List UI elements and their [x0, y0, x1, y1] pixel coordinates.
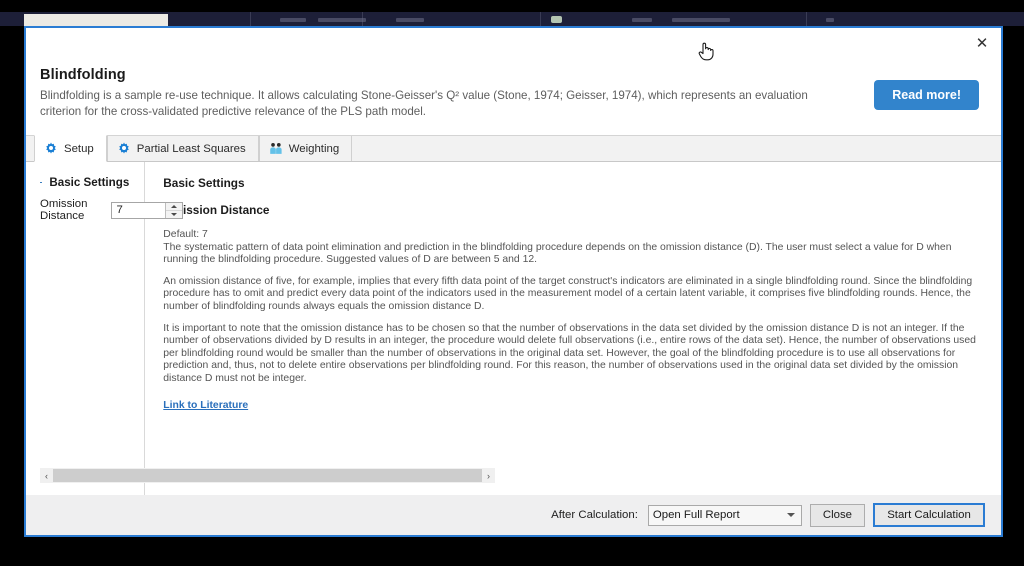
gear-icon [44, 142, 58, 156]
dialog-description: Blindfolding is a sample re-use techniqu… [40, 89, 808, 118]
doc-paragraph: Default: 7 [163, 229, 208, 240]
gear-icon [117, 142, 131, 156]
group-title: Basic Settings [49, 176, 130, 189]
screen: ✕ Blindfolding Blindfolding is a sample … [0, 0, 1024, 566]
close-button[interactable]: Close [809, 503, 865, 527]
scrollbar-track[interactable] [53, 468, 482, 483]
background-ribbon-text [280, 18, 306, 22]
doc-heading: Basic Settings [163, 176, 245, 190]
background-ribbon-text [318, 18, 366, 22]
basic-settings-group-header: Basic Settings [40, 176, 136, 189]
background-ribbon-divider [250, 12, 251, 26]
settings-pane: Basic Settings Omission Distance 7 ‹ › [26, 162, 495, 495]
stepper-increment-button[interactable] [166, 202, 183, 211]
stepper-decrement-button[interactable] [166, 210, 183, 218]
documentation-pane: Basic Settings Omission Distance Default… [145, 162, 1001, 495]
blindfolding-dialog: ✕ Blindfolding Blindfolding is a sample … [24, 26, 1003, 537]
background-ribbon-icon [551, 16, 562, 23]
stepper-buttons [165, 202, 183, 218]
people-icon [269, 142, 283, 156]
tab-bar: Setup Partial Least Squares Weighting [26, 135, 1001, 162]
after-calculation-select-wrapper: Open Full Report [647, 504, 802, 526]
tab-weighting[interactable]: Weighting [258, 136, 353, 161]
tab-partial-least-squares[interactable]: Partial Least Squares [106, 136, 259, 161]
background-ribbon-text [396, 18, 424, 22]
doc-paragraph: The systematic pattern of data point eli… [163, 241, 952, 266]
background-active-tab [24, 14, 168, 26]
doc-paragraph: An omission distance of five, for exampl… [163, 275, 973, 312]
tab-label: Partial Least Squares [136, 142, 246, 155]
background-ribbon-divider [806, 12, 807, 26]
background-ribbon-text [826, 18, 834, 22]
background-ribbon-text [672, 18, 730, 22]
tab-label: Weighting [288, 142, 340, 155]
doc-subheading: Omission Distance [163, 203, 270, 217]
after-calculation-label: After Calculation: [551, 509, 638, 521]
read-more-button[interactable]: Read more! [874, 80, 979, 110]
background-ribbon-divider [540, 12, 541, 26]
scrollbar-thumb[interactable] [53, 469, 482, 482]
scroll-left-arrow-icon[interactable]: ‹ [40, 468, 53, 483]
dialog-header: ✕ Blindfolding Blindfolding is a sample … [26, 28, 1001, 135]
chevron-down-icon [171, 212, 178, 216]
link-to-literature[interactable]: Link to Literature [163, 400, 248, 411]
tab-setup[interactable]: Setup [34, 135, 107, 162]
background-app-ribbon [0, 12, 1024, 26]
after-calculation-select[interactable]: Open Full Report [647, 504, 802, 526]
tab-label: Setup [64, 142, 94, 155]
omission-distance-row: Omission Distance [40, 198, 184, 222]
dialog-body: Basic Settings Omission Distance 7 ‹ › B… [26, 162, 1001, 495]
omission-distance-label: Omission Distance [40, 198, 88, 222]
page-title: Blindfolding [40, 67, 126, 83]
chevron-up-icon [171, 204, 178, 208]
doc-paragraph: It is important to note that the omissio… [163, 322, 976, 384]
start-calculation-button[interactable]: Start Calculation [873, 503, 985, 527]
scroll-right-arrow-icon[interactable]: › [482, 468, 495, 483]
close-icon[interactable]: ✕ [969, 32, 995, 54]
settings-horizontal-scrollbar[interactable]: ‹ › [40, 468, 495, 483]
group-rule-left [40, 182, 43, 183]
background-ribbon-text [632, 18, 652, 22]
dialog-footer: After Calculation: Open Full Report Clos… [26, 495, 1001, 535]
omission-distance-stepper[interactable] [111, 201, 184, 219]
